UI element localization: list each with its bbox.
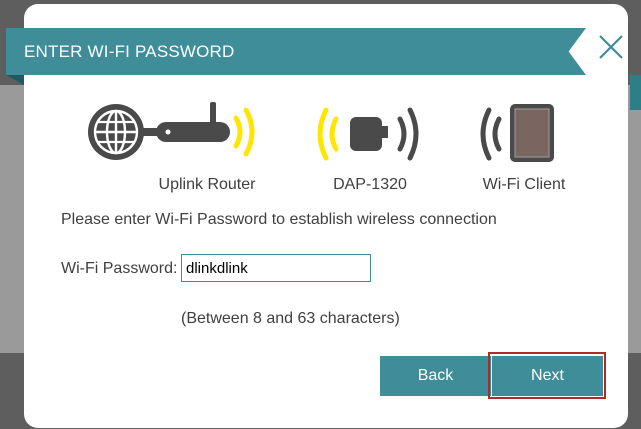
back-button[interactable]: Back (380, 356, 491, 396)
password-input[interactable] (181, 254, 371, 282)
extender-plug-icon (314, 104, 424, 169)
device-label-wifi-client: Wi-Fi Client (482, 176, 566, 193)
banner-fold (6, 75, 24, 85)
device-label-extender: DAP-1320 (333, 176, 407, 193)
next-button[interactable]: Next (492, 356, 603, 396)
background-strip (630, 75, 641, 110)
dialog-title: ENTER WI-FI PASSWORD (24, 42, 235, 61)
instruction-text: Please enter Wi-Fi Password to establish… (61, 211, 497, 228)
wifi-password-dialog: ENTER WI-FI PASSWORD Uplink Router DAP-1… (6, 4, 628, 428)
tablet-client-icon (477, 104, 557, 169)
device-label-uplink-router: Uplink Router (158, 176, 256, 193)
router-globe-icon (84, 100, 264, 169)
password-hint: (Between 8 and 63 characters) (181, 310, 400, 327)
close-icon[interactable] (596, 32, 626, 62)
password-label: Wi-Fi Password: (61, 260, 178, 277)
